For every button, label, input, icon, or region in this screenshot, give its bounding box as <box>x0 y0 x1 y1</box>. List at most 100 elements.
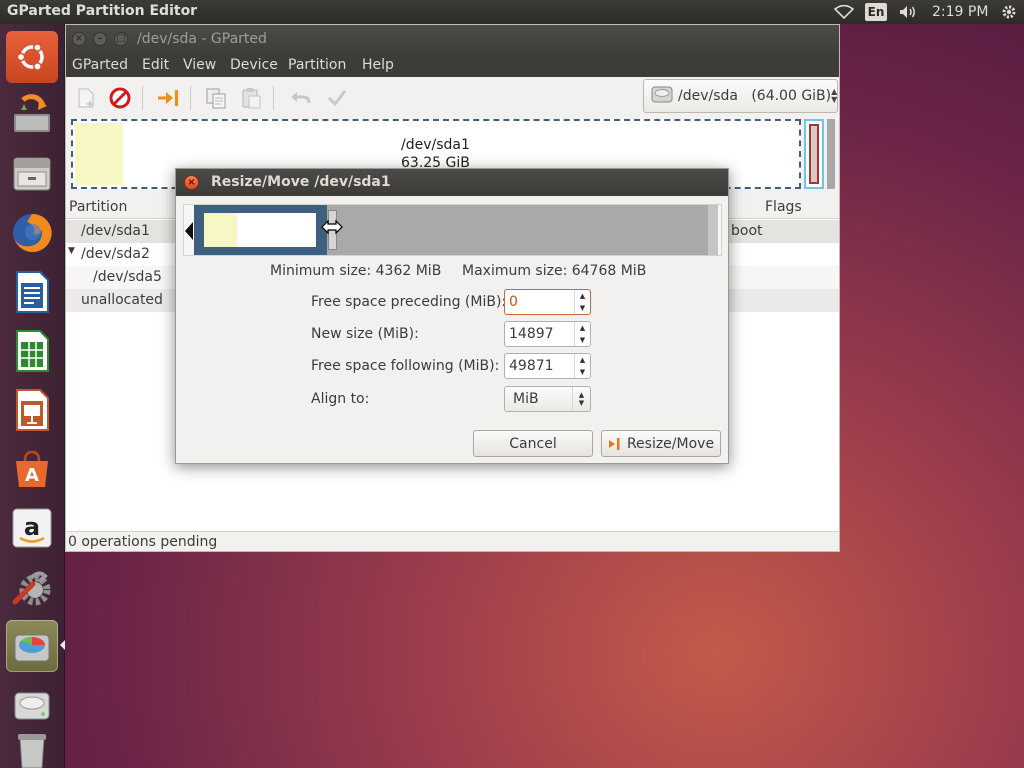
files-icon[interactable] <box>6 148 58 200</box>
row-partition: /dev/sda2 <box>81 246 150 262</box>
window-close-button[interactable]: × <box>72 32 86 46</box>
minimum-size-label: Minimum size: 4362 MiB <box>270 263 442 279</box>
menu-gparted[interactable]: GParted <box>72 57 128 73</box>
column-flags[interactable]: Flags <box>765 199 802 215</box>
resize-move-icon[interactable] <box>154 84 182 112</box>
disk-graph-sda2[interactable] <box>804 119 824 189</box>
partition-resizer[interactable] <box>183 204 722 256</box>
align-to-value: MiB <box>513 391 539 407</box>
power-gear-icon[interactable] <box>998 0 1020 24</box>
copy-icon[interactable] <box>202 84 230 112</box>
spinner-buttons[interactable]: ▲ ▼ <box>574 322 590 346</box>
volume-icon[interactable] <box>895 0 921 24</box>
system-settings-icon[interactable] <box>6 561 58 613</box>
row-partition: unallocated <box>81 292 163 308</box>
keyboard-layout-label: En <box>865 3 887 21</box>
window-maximize-button[interactable]: □ <box>114 32 128 46</box>
spin-up-icon[interactable]: ▲ <box>575 322 590 334</box>
free-space-preceding-input[interactable] <box>505 291 573 313</box>
cancel-button[interactable]: Cancel <box>473 430 593 457</box>
launcher: A a <box>0 24 65 768</box>
libreoffice-impress-icon[interactable] <box>6 384 58 436</box>
spin-down-icon[interactable]: ▼ <box>575 366 590 378</box>
libreoffice-calc-icon[interactable] <box>6 325 58 377</box>
resize-cursor-icon <box>321 219 343 235</box>
amazon-icon[interactable]: a <box>6 502 58 554</box>
cancel-button-label: Cancel <box>509 435 557 452</box>
free-space-preceding-spinner[interactable]: ▲ ▼ <box>504 289 591 315</box>
clock[interactable]: 2:19 PM <box>932 0 992 24</box>
toolbar: /dev/sda (64.00 GiB) ▲ ▼ <box>66 77 839 117</box>
column-partition[interactable]: Partition <box>69 199 127 215</box>
menu-device[interactable]: Device <box>230 57 278 73</box>
disk-drive-icon[interactable] <box>6 679 58 731</box>
row-partition: /dev/sda5 <box>93 269 162 285</box>
toolbar-separator <box>190 86 191 110</box>
dialog-close-button[interactable]: × <box>184 175 199 190</box>
menubar: GParted Edit View Device Partition Help <box>66 53 839 77</box>
paste-icon[interactable] <box>237 84 265 112</box>
wifi-icon[interactable] <box>832 0 856 24</box>
window-titlebar[interactable]: × – □ /dev/sda - GParted <box>66 25 839 53</box>
row-flags: boot <box>731 223 763 239</box>
device-selector[interactable]: /dev/sda (64.00 GiB) ▲ ▼ <box>643 79 838 113</box>
resizer-right-end <box>708 205 718 255</box>
resize-move-button-label: Resize/Move <box>626 435 715 452</box>
free-space-following-spinner[interactable]: ▲ ▼ <box>504 353 591 379</box>
new-size-label: New size (MiB): <box>311 326 419 342</box>
svg-text:a: a <box>24 513 40 541</box>
apply-icon[interactable] <box>323 84 351 112</box>
libreoffice-writer-icon[interactable] <box>6 266 58 318</box>
dialog-title: Resize/Move /dev/sda1 <box>211 174 391 190</box>
resizer-left-arrow-icon[interactable] <box>185 222 193 240</box>
harddisk-icon <box>650 83 674 109</box>
chevron-updown-icon: ▲ ▼ <box>572 387 590 411</box>
window-minimize-button[interactable]: – <box>93 32 107 46</box>
resize-move-icon <box>608 437 622 451</box>
align-to-label: Align to: <box>311 391 370 407</box>
resizer-used-space <box>204 213 237 247</box>
keyboard-layout-indicator[interactable]: En <box>864 0 888 24</box>
undo-icon[interactable] <box>286 84 314 112</box>
gparted-icon[interactable] <box>6 620 58 672</box>
expander-arrow-icon[interactable]: ▼ <box>68 246 75 256</box>
spin-up-icon[interactable]: ▲ <box>575 354 590 366</box>
disk-graph-partition-name: /dev/sda1 <box>401 137 470 153</box>
menu-help[interactable]: Help <box>362 57 394 73</box>
new-size-input[interactable] <box>505 323 573 345</box>
dialog-titlebar[interactable]: × Resize/Move /dev/sda1 <box>176 169 728 196</box>
spinner-buttons[interactable]: ▲ ▼ <box>574 290 590 314</box>
top-panel: GParted Partition Editor En 2:19 PM <box>0 0 1024 24</box>
disk-graph-sda5[interactable] <box>809 124 819 184</box>
clock-label: 2:19 PM <box>932 4 989 20</box>
spinner-buttons[interactable]: ▲ ▼ <box>574 354 590 378</box>
free-space-following-input[interactable] <box>505 355 573 377</box>
free-space-following-label: Free space following (MiB): <box>311 358 500 374</box>
spin-up-icon[interactable]: ▲ <box>575 290 590 302</box>
svg-text:A: A <box>25 465 39 486</box>
disk-graph-unallocated[interactable] <box>827 119 835 189</box>
new-partition-icon[interactable] <box>72 84 100 112</box>
trash-icon[interactable] <box>6 732 58 768</box>
toolbar-separator <box>142 86 143 110</box>
ubuntu-dash-icon[interactable] <box>6 31 58 83</box>
chevron-updown-icon: ▲ ▼ <box>831 87 838 104</box>
delete-icon[interactable] <box>106 84 134 112</box>
device-selector-label: /dev/sda (64.00 GiB) <box>678 88 832 104</box>
disk-graph-used-space <box>75 123 123 185</box>
menu-edit[interactable]: Edit <box>142 57 169 73</box>
software-updater-icon[interactable] <box>6 89 58 141</box>
spin-down-icon[interactable]: ▼ <box>575 302 590 314</box>
toolbar-separator <box>273 86 274 110</box>
maximum-size-label: Maximum size: 64768 MiB <box>462 263 647 279</box>
ubuntu-software-center-icon[interactable]: A <box>6 443 58 495</box>
menu-view[interactable]: View <box>183 57 216 73</box>
row-partition: /dev/sda1 <box>81 223 150 239</box>
resize-move-button[interactable]: Resize/Move <box>601 430 721 457</box>
spin-down-icon[interactable]: ▼ <box>575 334 590 346</box>
align-to-select[interactable]: MiB ▲ ▼ <box>504 386 591 412</box>
menu-partition[interactable]: Partition <box>288 57 346 73</box>
new-size-spinner[interactable]: ▲ ▼ <box>504 321 591 347</box>
firefox-icon[interactable] <box>6 207 58 259</box>
top-panel-app-title: GParted Partition Editor <box>7 3 198 19</box>
